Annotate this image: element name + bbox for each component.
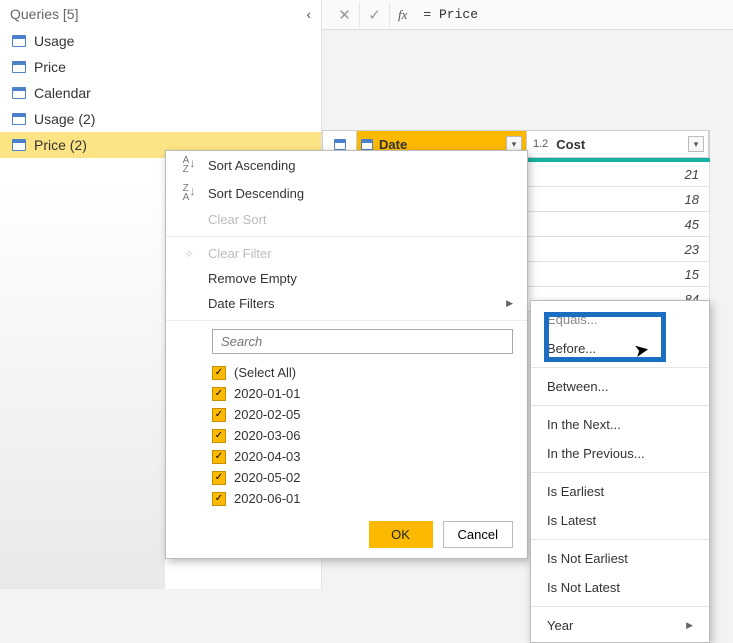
menu-separator: [166, 320, 527, 321]
query-label: Price (2): [34, 137, 87, 153]
query-label: Calendar: [34, 85, 91, 101]
ok-button[interactable]: OK: [369, 521, 433, 548]
filter-button-row: OK Cancel: [166, 515, 527, 558]
menu-separator: [531, 539, 709, 540]
queries-header: Queries [5] ‹: [0, 0, 321, 28]
filter-value-item[interactable]: ✓2020-06-01: [212, 488, 513, 509]
filter-search-input[interactable]: [212, 329, 513, 354]
formula-input[interactable]: [415, 3, 665, 26]
cell-cost[interactable]: 15: [527, 262, 710, 287]
cell-cost[interactable]: 45: [527, 212, 710, 237]
menu-separator: [166, 236, 527, 237]
table-icon: [12, 113, 26, 125]
clear-filter-item: ⟡ Clear Filter: [166, 241, 527, 266]
filter-value-item[interactable]: ✓2020-02-05: [212, 404, 513, 425]
query-item-usage[interactable]: Usage: [0, 28, 321, 54]
sort-asc-icon: AZ↓: [180, 156, 198, 174]
checkbox-checked-icon[interactable]: ✓: [212, 366, 226, 380]
date-filters-item[interactable]: Date Filters: [166, 291, 527, 316]
query-label: Usage: [34, 33, 74, 49]
checkbox-checked-icon[interactable]: ✓: [212, 450, 226, 464]
table-icon: [12, 139, 26, 151]
menu-separator: [531, 472, 709, 473]
table-icon: [12, 35, 26, 47]
checkbox-checked-icon[interactable]: ✓: [212, 471, 226, 485]
filter-between-item[interactable]: Between...: [531, 372, 709, 401]
cell-cost[interactable]: 23: [527, 237, 710, 262]
panel-background: [0, 180, 165, 589]
query-label: Usage (2): [34, 111, 95, 127]
cancel-formula-icon[interactable]: ✕: [330, 3, 360, 27]
filter-value-item[interactable]: ✓2020-05-02: [212, 467, 513, 488]
menu-separator: [531, 405, 709, 406]
filter-is-not-latest-item[interactable]: Is Not Latest: [531, 573, 709, 602]
table-icon: [334, 139, 346, 150]
calendar-type-icon: [361, 139, 373, 150]
date-filters-submenu: Equals... Before... Between... In the Ne…: [530, 300, 710, 643]
column-label: Cost: [556, 137, 585, 152]
column-filter-menu: AZ↓ Sort Ascending ZA↓ Sort Descending C…: [165, 150, 528, 559]
sort-desc-icon: ZA↓: [180, 184, 198, 202]
menu-separator: [531, 367, 709, 368]
fx-icon[interactable]: fx: [390, 7, 415, 23]
checkbox-checked-icon[interactable]: ✓: [212, 429, 226, 443]
collapse-panel-icon[interactable]: ‹: [306, 6, 311, 22]
clear-filter-icon: ⟡: [180, 246, 198, 261]
filter-before-item[interactable]: Before...: [531, 334, 709, 363]
clear-sort-item: Clear Sort: [166, 207, 527, 232]
filter-value-item[interactable]: ✓2020-03-06: [212, 425, 513, 446]
sort-descending-item[interactable]: ZA↓ Sort Descending: [166, 179, 527, 207]
table-icon: [12, 61, 26, 73]
number-type-icon: 1.2: [531, 137, 550, 151]
query-item-calendar[interactable]: Calendar: [0, 80, 321, 106]
table-icon: [12, 87, 26, 99]
filter-values-list: ✓ (Select All) ✓2020-01-01 ✓2020-02-05 ✓…: [166, 360, 527, 515]
data-grid-cost-column: 21 18 45 23 15 84: [527, 158, 710, 312]
commit-formula-icon[interactable]: ✓: [360, 3, 390, 27]
column-header-cost[interactable]: 1.2 Cost ▾: [527, 131, 709, 157]
query-label: Price: [34, 59, 66, 75]
filter-in-next-item[interactable]: In the Next...: [531, 410, 709, 439]
queries-title: Queries [5]: [10, 6, 78, 22]
filter-equals-item[interactable]: Equals...: [531, 305, 709, 334]
sort-ascending-item[interactable]: AZ↓ Sort Ascending: [166, 151, 527, 179]
menu-separator: [531, 606, 709, 607]
cancel-button[interactable]: Cancel: [443, 521, 513, 548]
filter-value-item[interactable]: ✓2020-01-01: [212, 383, 513, 404]
checkbox-checked-icon[interactable]: ✓: [212, 408, 226, 422]
filter-is-not-earliest-item[interactable]: Is Not Earliest: [531, 544, 709, 573]
checkbox-checked-icon[interactable]: ✓: [212, 387, 226, 401]
formula-bar: ✕ ✓ fx: [322, 0, 733, 30]
filter-is-earliest-item[interactable]: Is Earliest: [531, 477, 709, 506]
cell-cost[interactable]: 18: [527, 187, 710, 212]
filter-is-latest-item[interactable]: Is Latest: [531, 506, 709, 535]
checkbox-checked-icon[interactable]: ✓: [212, 492, 226, 506]
filter-select-all[interactable]: ✓ (Select All): [212, 362, 513, 383]
filter-in-previous-item[interactable]: In the Previous...: [531, 439, 709, 468]
filter-value-item[interactable]: ✓2020-04-03: [212, 446, 513, 467]
cell-cost[interactable]: 21: [527, 162, 710, 187]
query-item-usage-2[interactable]: Usage (2): [0, 106, 321, 132]
query-item-price[interactable]: Price: [0, 54, 321, 80]
remove-empty-item[interactable]: Remove Empty: [166, 266, 527, 291]
filter-year-item[interactable]: Year: [531, 611, 709, 640]
column-dropdown-button[interactable]: ▾: [688, 136, 704, 152]
